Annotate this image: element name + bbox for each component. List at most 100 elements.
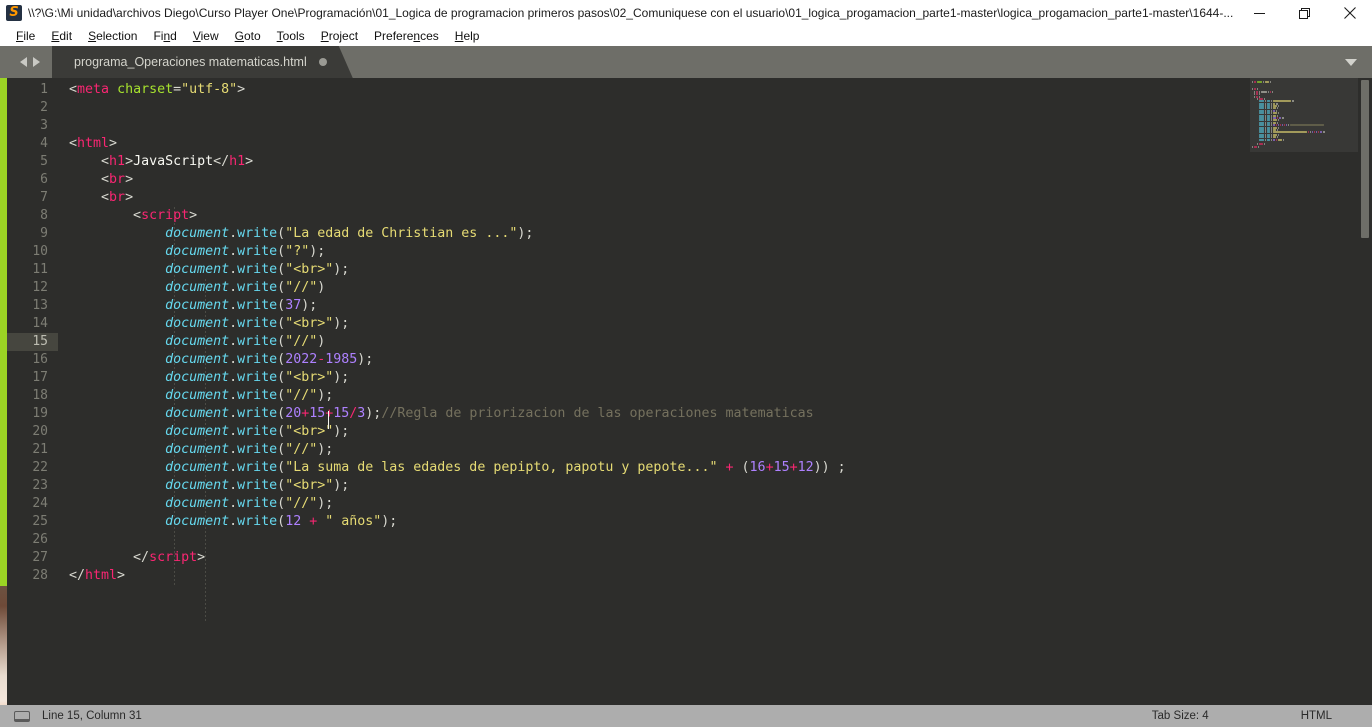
token-fn: write (237, 280, 278, 295)
token-punc: > (125, 154, 134, 169)
menu-item-view[interactable]: View (185, 27, 227, 45)
chevron-down-icon (1345, 58, 1357, 66)
code-line-21: document.write("//"); (58, 441, 1250, 459)
code-line-17: document.write("<br>"); (58, 369, 1250, 387)
window-title: \\?\G:\Mi unidad\archivos Diego\Curso Pl… (28, 6, 1234, 20)
syntax-label[interactable]: HTML (1301, 710, 1332, 722)
code-line-25: document.write(12 + " años"); (58, 513, 1250, 531)
tab-navigation-arrows[interactable] (0, 46, 52, 78)
token-punc: )) ; (813, 460, 846, 475)
token-punc: . (229, 244, 238, 259)
token-punc: . (229, 424, 238, 439)
token-punc: > (109, 136, 118, 151)
token-punc: ); (333, 424, 350, 439)
token-fn: write (237, 406, 278, 421)
menu-item-help[interactable]: Help (447, 27, 488, 45)
token-punc: ( (277, 388, 286, 403)
token-punc: ); (333, 370, 350, 385)
token-punc: . (229, 352, 238, 367)
minimize-button[interactable] (1237, 0, 1282, 26)
token-punc: ( (277, 316, 286, 331)
tab-list-dropdown-button[interactable] (1330, 46, 1372, 78)
token-num: 15 (333, 406, 350, 421)
menu-item-preferences[interactable]: Preferences (366, 27, 447, 45)
menu-item-file[interactable]: File (8, 27, 43, 45)
token-var: document (165, 334, 230, 349)
code-content[interactable]: <meta charset="utf-8"> <html> <h1>JavaSc… (58, 78, 1250, 705)
token-punc: ( (277, 280, 286, 295)
token-var: document (165, 442, 230, 457)
code-line-24: document.write("//"); (58, 495, 1250, 513)
minimap[interactable] (1250, 78, 1358, 705)
token-str: "//" (285, 496, 318, 511)
menu-item-selection[interactable]: Selection (80, 27, 145, 45)
menu-item-find[interactable]: Find (145, 27, 184, 45)
triangle-right-icon[interactable] (33, 57, 40, 67)
token-str: "//" (285, 280, 318, 295)
token-str: "//" (285, 334, 318, 349)
close-button[interactable] (1327, 0, 1372, 26)
token-punc: ( (277, 226, 286, 241)
token-var: document (165, 406, 230, 421)
token-str: "//" (285, 388, 318, 403)
token-fn: write (237, 352, 278, 367)
token-var: document (165, 262, 230, 277)
panel-toggle-icon[interactable] (14, 710, 30, 722)
code-line-14: document.write("<br>"); (58, 315, 1250, 333)
text-cursor (328, 411, 329, 429)
token-punc: ); (309, 244, 326, 259)
token-tag: meta (77, 82, 110, 97)
menu-item-tools[interactable]: Tools (269, 27, 313, 45)
code-line-15: document.write("//") (58, 333, 1250, 351)
line-number-13: 13 (32, 298, 48, 313)
menu-item-goto[interactable]: Goto (227, 27, 269, 45)
menu-item-edit[interactable]: Edit (43, 27, 80, 45)
line-number-23: 23 (32, 478, 48, 493)
code-line-19: document.write(20+15+15/3);//Regla de pr… (58, 405, 1250, 423)
token-var: document (165, 280, 230, 295)
line-number-17: 17 (32, 370, 48, 385)
line-number-28: 28 (32, 568, 48, 583)
token-punc: </ (133, 550, 150, 565)
triangle-left-icon[interactable] (20, 57, 27, 67)
token-punc: ( (277, 352, 286, 367)
tab-size-label[interactable]: Tab Size: 4 (1152, 710, 1209, 722)
line-number-5: 5 (40, 154, 48, 169)
menu-item-project[interactable]: Project (313, 27, 366, 45)
token-punc: . (229, 298, 238, 313)
token-punc: ); (333, 478, 350, 493)
code-line-9: document.write("La edad de Christian es … (58, 225, 1250, 243)
vertical-scrollbar-thumb[interactable] (1361, 80, 1369, 238)
line-number-7: 7 (40, 190, 48, 205)
code-line-18: document.write("//"); (58, 387, 1250, 405)
token-str: "<br>" (285, 478, 334, 493)
line-number-2: 2 (40, 100, 48, 115)
token-str: "<br>" (285, 370, 334, 385)
minimap-viewport[interactable] (1250, 78, 1358, 152)
token-punc: ( (277, 514, 286, 529)
code-line-12: document.write("//") (58, 279, 1250, 297)
token-num: 15 (773, 460, 790, 475)
vertical-scrollbar[interactable] (1358, 78, 1372, 705)
line-number-1: 1 (40, 82, 48, 97)
tab-programa-operaciones-matematicas[interactable]: programa_Operaciones matematicas.html (52, 46, 353, 78)
line-number-9: 9 (40, 226, 48, 241)
maximize-restore-button[interactable] (1282, 0, 1327, 26)
token-var: document (165, 478, 230, 493)
token-str: "La suma de las edades de pepipto, papot… (285, 460, 718, 475)
code-line-13: document.write(37); (58, 297, 1250, 315)
token-op: + (765, 460, 774, 475)
